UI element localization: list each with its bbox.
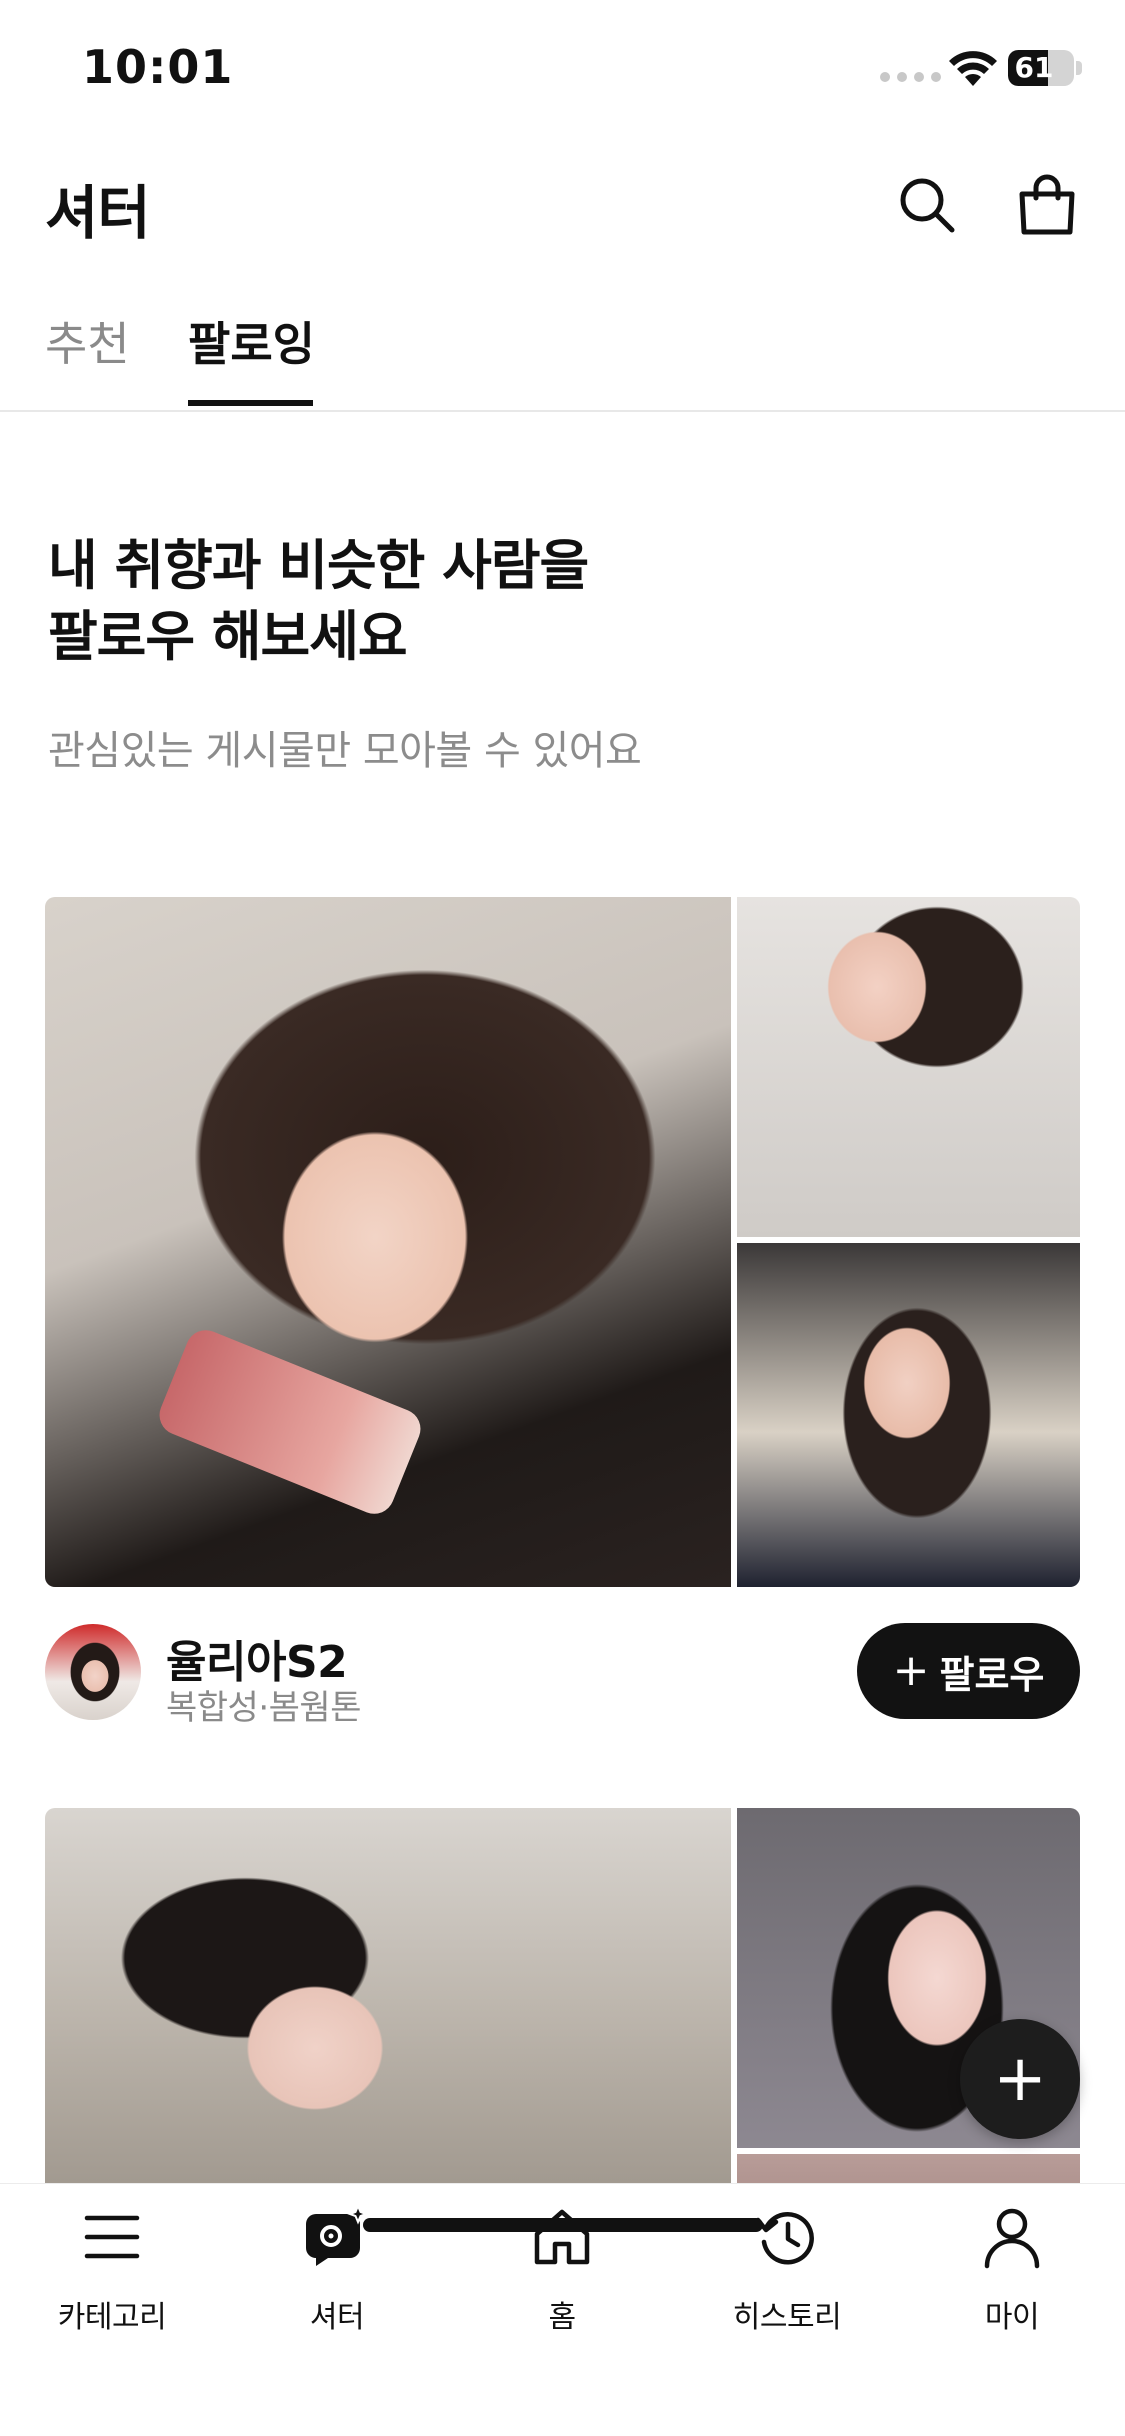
- wifi-icon: [949, 51, 997, 86]
- shopping-bag-icon[interactable]: [1012, 170, 1082, 240]
- nav-label: 홈: [548, 2300, 576, 2335]
- profile-photo-grid[interactable]: [45, 1808, 1080, 2214]
- search-icon[interactable]: [892, 170, 962, 240]
- intro-title: 내 취향과 비슷한 사람을 팔로우 해보세요: [48, 530, 948, 673]
- plus-icon: +: [892, 1645, 930, 1696]
- menu-icon: [84, 2215, 140, 2259]
- follow-button-label: 팔로우: [939, 1652, 1045, 1697]
- post-photo-side[interactable]: [737, 1243, 1080, 1587]
- nav-label: 셔터: [309, 2300, 365, 2335]
- cellular-signal-icon: [880, 72, 941, 82]
- shutter-icon: [306, 2204, 369, 2266]
- tab-following[interactable]: 팔로잉: [188, 308, 315, 374]
- avatar[interactable]: [45, 1624, 141, 1720]
- battery-icon: 61: [1008, 50, 1074, 86]
- post-photo-main[interactable]: [45, 1808, 731, 2208]
- nav-label: 마이: [984, 2300, 1040, 2335]
- profile-skin-info: 복합성·봄웜톤: [166, 1688, 362, 1728]
- active-tab-indicator: [188, 400, 313, 406]
- nav-label: 히스토리: [732, 2300, 842, 2335]
- screen: 10:01 61 셔터 추천 팔로잉 내 취향과 비슷한 사람을 팔로우 해보세…: [0, 0, 1125, 2436]
- status-time: 10:01: [82, 40, 234, 94]
- history-icon: [755, 2212, 814, 2265]
- intro-subtitle: 관심있는 게시물만 모아볼 수 있어요: [48, 728, 642, 774]
- battery-level: 61: [1014, 51, 1054, 84]
- home-indicator: [363, 2218, 763, 2232]
- tab-recommend[interactable]: 추천: [45, 308, 130, 374]
- follow-button[interactable]: + 팔로우: [857, 1623, 1080, 1719]
- plus-icon: +: [993, 2042, 1047, 2116]
- intro-title-line2: 팔로우 해보세요: [48, 605, 408, 669]
- post-photo-side[interactable]: [737, 897, 1080, 1237]
- nav-label: 카테고리: [57, 2300, 167, 2335]
- feed-tabs: 추천 팔로잉: [0, 300, 1125, 412]
- create-post-button[interactable]: +: [960, 2019, 1080, 2139]
- nav-category[interactable]: 카테고리: [12, 2204, 212, 2344]
- intro-title-line1: 내 취향과 비슷한 사람을: [48, 534, 589, 597]
- profile-photo-grid[interactable]: [45, 897, 1080, 1587]
- user-icon: [984, 2208, 1040, 2269]
- profile-row[interactable]: 율리아S2 복합성·봄웜톤 + 팔로우: [45, 1622, 1080, 1728]
- post-photo-main[interactable]: [45, 897, 731, 1587]
- home-icon: [534, 2209, 590, 2265]
- battery-nub: [1076, 61, 1082, 75]
- page-title: 셔터: [45, 179, 151, 247]
- nav-my[interactable]: 마이: [912, 2204, 1112, 2344]
- status-bar: 10:01 61: [0, 0, 1125, 140]
